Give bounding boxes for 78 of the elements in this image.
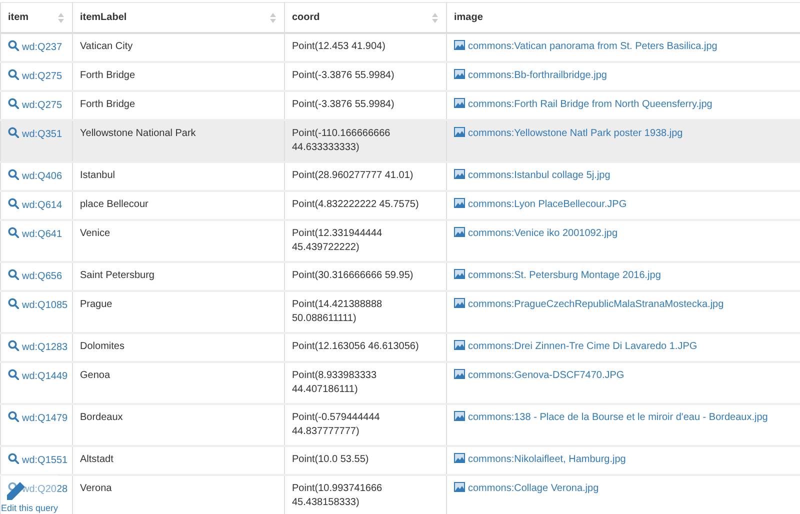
image-link[interactable]: commons:Yellowstone Natl Park poster 1938.jpg — [468, 128, 683, 139]
item-link[interactable]: wd:Q1085 — [22, 300, 68, 311]
edit-query-link[interactable]: Edit this query — [0, 503, 58, 513]
table-cell: Point(12.163056 46.613056) — [292, 341, 419, 352]
sort-icon[interactable] — [270, 12, 276, 22]
search-icon — [8, 198, 19, 209]
image-icon — [454, 98, 465, 108]
search-icon — [8, 40, 19, 51]
image-link[interactable]: commons:Istanbul collage 5j.jpg — [468, 170, 610, 181]
image-icon — [454, 198, 465, 208]
image-icon — [454, 40, 465, 50]
table-cell: Verona — [80, 483, 112, 494]
table-cell: Point(12.453 41.904) — [292, 41, 386, 52]
table-cell: Forth Bridge — [80, 99, 136, 110]
table-cell: Venice — [80, 228, 110, 239]
image-icon — [454, 298, 465, 308]
table-cell: Altstadt — [80, 454, 114, 465]
table-cell: Vatican City — [80, 41, 133, 52]
table-cell: Prague — [80, 299, 112, 310]
table-cell: Point(-3.3876 55.9984) — [292, 70, 394, 81]
item-link[interactable]: wd:Q351 — [22, 129, 62, 140]
table-cell: Point(30.316666666 59.95) — [292, 270, 414, 281]
search-icon — [8, 369, 19, 380]
item-link[interactable]: wd:Q641 — [22, 229, 62, 240]
table-cell: Point(-110.166666666 44.633333333) — [292, 128, 390, 153]
image-link[interactable]: commons:Bb-forthrailbridge.jpg — [468, 70, 607, 81]
table-cell: Point(14.421388888 50.088611111) — [292, 299, 382, 324]
item-link[interactable]: wd:Q1449 — [22, 371, 68, 382]
search-icon — [8, 127, 19, 138]
image-icon — [454, 269, 465, 279]
column-title: itemLabel — [80, 12, 127, 23]
search-icon — [8, 269, 19, 280]
image-link[interactable]: commons:PragueCzechRepublicMalaStranaMostecka.jpg — [468, 299, 724, 310]
table-cell: Point(12.331944444 45.439722222) — [292, 228, 382, 253]
image-icon — [454, 169, 465, 179]
table-cell: Point(10.993741666 45.438158333) — [292, 483, 382, 508]
table-cell: Saint Petersburg — [80, 270, 154, 281]
table-cell: Dolomites — [80, 341, 124, 352]
image-icon — [454, 227, 465, 237]
image-icon — [454, 482, 465, 492]
search-icon — [8, 227, 19, 238]
image-icon — [454, 340, 465, 350]
item-link[interactable]: wd:Q1479 — [22, 413, 68, 424]
table-cell: Point(-0.579444444 44.837777777) — [292, 412, 380, 437]
sort-icon[interactable] — [432, 12, 438, 22]
table-cell: Point(10.0 53.55) — [292, 454, 369, 465]
image-link[interactable]: commons:Lyon PlaceBellecour.JPG — [468, 199, 627, 210]
table-cell: Point(-3.3876 55.9984) — [292, 99, 394, 110]
search-icon — [8, 169, 19, 180]
image-icon — [454, 411, 465, 421]
table-cell: Point(4.832222222 45.7575) — [292, 199, 419, 210]
table-cell: place Bellecour — [80, 199, 148, 210]
table-cell: Bordeaux — [80, 412, 123, 423]
image-link[interactable]: commons:Genova-DSCF7470.JPG — [468, 370, 624, 381]
image-icon — [454, 369, 465, 379]
search-icon — [8, 98, 19, 109]
sort-icon[interactable] — [58, 12, 64, 22]
image-icon — [454, 127, 465, 137]
search-icon — [8, 340, 19, 351]
search-icon — [8, 69, 19, 80]
column-title: image — [454, 12, 483, 23]
search-icon — [8, 453, 19, 464]
table-cell: Yellowstone National Park — [80, 128, 196, 139]
item-link[interactable]: wd:Q2028 — [22, 484, 68, 495]
table-cell: Forth Bridge — [80, 70, 136, 81]
table-cell: Istanbul — [80, 170, 116, 181]
column-title: coord — [292, 12, 320, 23]
search-icon — [8, 298, 19, 309]
table-cell: Point(8.933983333 44.407186111) — [292, 370, 377, 395]
table-cell: Point(28.960277777 41.01) — [292, 170, 414, 181]
image-link[interactable]: commons:Venice iko 2001092.jpg — [468, 228, 618, 239]
table-cell: Genoa — [80, 370, 110, 381]
search-icon — [8, 411, 19, 422]
column-title: item — [8, 12, 29, 23]
image-link[interactable]: commons:Nikolaifleet, Hamburg.jpg — [468, 454, 626, 465]
image-icon — [454, 69, 465, 79]
image-link[interactable]: commons:Collage Verona.jpg — [468, 483, 599, 494]
image-icon — [454, 453, 465, 463]
